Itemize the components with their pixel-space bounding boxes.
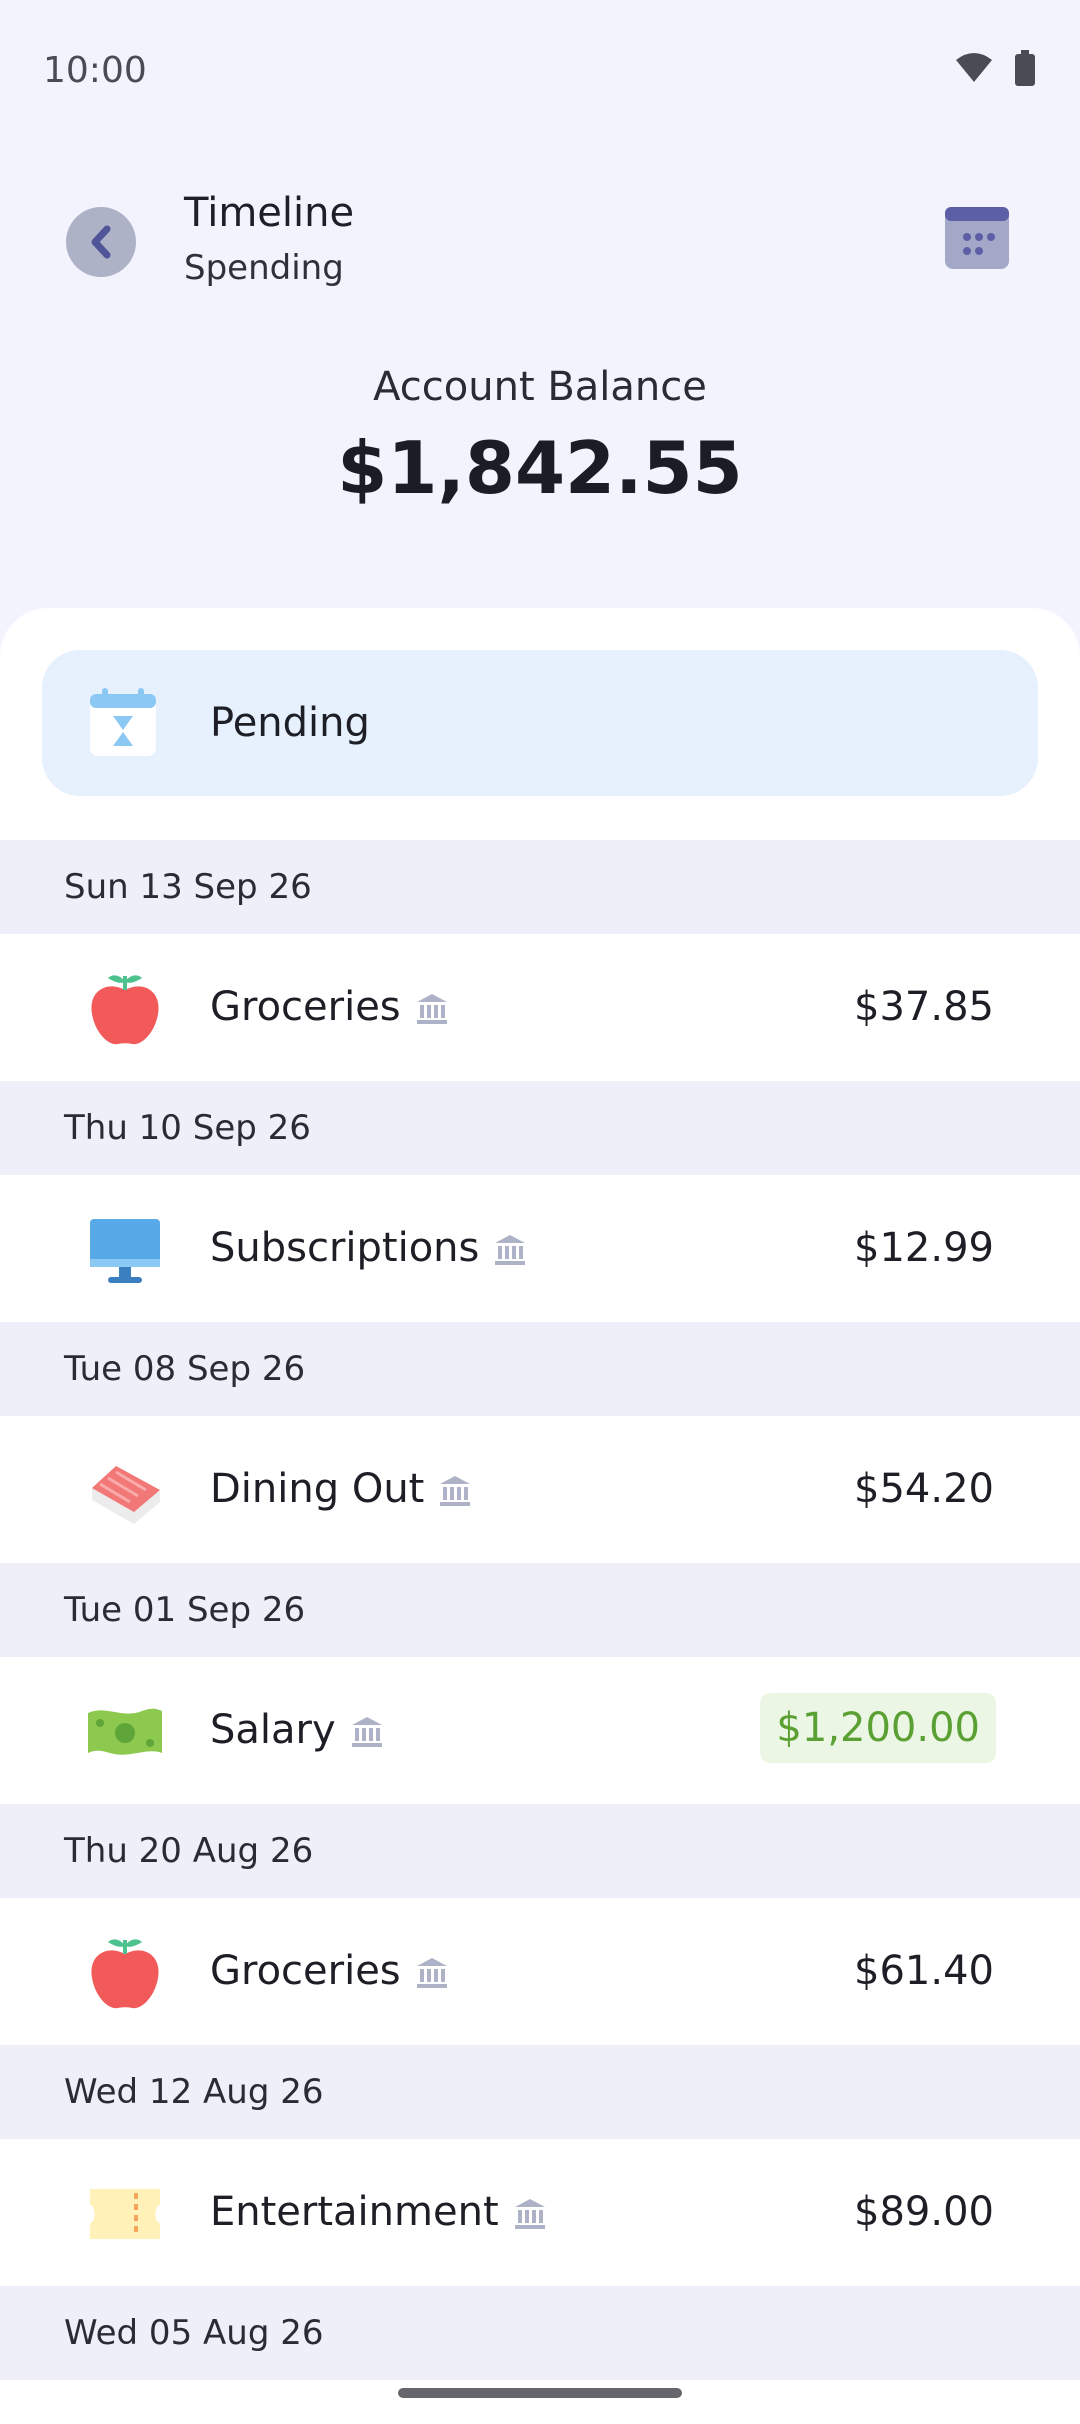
bank-icon [416, 994, 447, 1024]
date-header: Thu 20 Aug 26 [0, 1804, 1080, 1898]
date-header: Sun 13 Sep 26 [0, 840, 1080, 934]
transaction-amount: $12.99 [854, 1225, 994, 1271]
transaction-name: Groceries [210, 984, 401, 1030]
bank-icon [416, 1958, 447, 1988]
page-subtitle: Spending [184, 248, 344, 288]
balance-value: $1,842.55 [337, 426, 743, 510]
page-title: Timeline [184, 190, 355, 236]
transaction-row[interactable]: Subscriptions $12.99 [0, 1175, 1080, 1322]
status-bar: 10:00 [0, 0, 1080, 140]
hourglass-calendar-icon [90, 688, 156, 756]
chevron-left-icon [91, 225, 111, 259]
transaction-row[interactable]: Salary $1,200.00 [0, 1657, 1080, 1804]
transaction-list: Sun 13 Sep 26 Groceries $37.85 Thu 10 Se… [0, 840, 1080, 2380]
ticket-icon [90, 2189, 160, 2239]
transaction-amount: $54.20 [854, 1466, 994, 1512]
header: Timeline Spending [0, 190, 1080, 300]
transactions-sheet: Pending Sun 13 Sep 26 Groceries $37.85 T… [0, 608, 1080, 2424]
transaction-name: Subscriptions [210, 1225, 480, 1271]
calendar-button[interactable] [944, 205, 1010, 271]
transaction-amount: $89.00 [854, 2189, 994, 2235]
monitor-icon [90, 1219, 160, 1283]
date-header: Wed 12 Aug 26 [0, 2045, 1080, 2139]
transaction-name: Salary [210, 1707, 336, 1753]
transaction-row[interactable]: Groceries $37.85 [0, 934, 1080, 1081]
transaction-name: Groceries [210, 1948, 401, 1994]
apple-icon [91, 975, 159, 1045]
transaction-row[interactable]: Dining Out $54.20 [0, 1416, 1080, 1563]
date-header: Thu 10 Sep 26 [0, 1081, 1080, 1175]
bank-icon [440, 1476, 471, 1506]
wifi-icon [956, 53, 992, 82]
bank-icon [514, 2199, 545, 2229]
cash-icon [88, 1708, 162, 1755]
bank-icon [495, 1235, 526, 1265]
bank-icon [351, 1717, 382, 1747]
transaction-amount: $37.85 [854, 984, 994, 1030]
date-header: Tue 08 Sep 26 [0, 1322, 1080, 1416]
apple-icon [91, 1939, 159, 2009]
status-time: 10:00 [43, 50, 147, 91]
status-icons [954, 50, 1036, 86]
date-header: Tue 01 Sep 26 [0, 1563, 1080, 1657]
sushi-icon [92, 1466, 160, 1524]
home-indicator[interactable] [398, 2388, 682, 2398]
calendar-icon [945, 207, 1009, 269]
balance-label: Account Balance [373, 364, 707, 410]
transaction-row[interactable]: Groceries $61.40 [0, 1898, 1080, 2045]
transaction-amount: $61.40 [854, 1948, 994, 1994]
back-button[interactable] [66, 207, 136, 277]
pending-card[interactable]: Pending [42, 650, 1038, 796]
transaction-name: Entertainment [210, 2189, 499, 2235]
transaction-row[interactable]: Entertainment $89.00 [0, 2139, 1080, 2286]
transaction-amount: $1,200.00 [760, 1693, 996, 1763]
pending-label: Pending [210, 700, 370, 746]
battery-icon [1015, 50, 1035, 86]
date-header: Wed 05 Aug 26 [0, 2286, 1080, 2380]
transaction-name: Dining Out [210, 1466, 425, 1512]
